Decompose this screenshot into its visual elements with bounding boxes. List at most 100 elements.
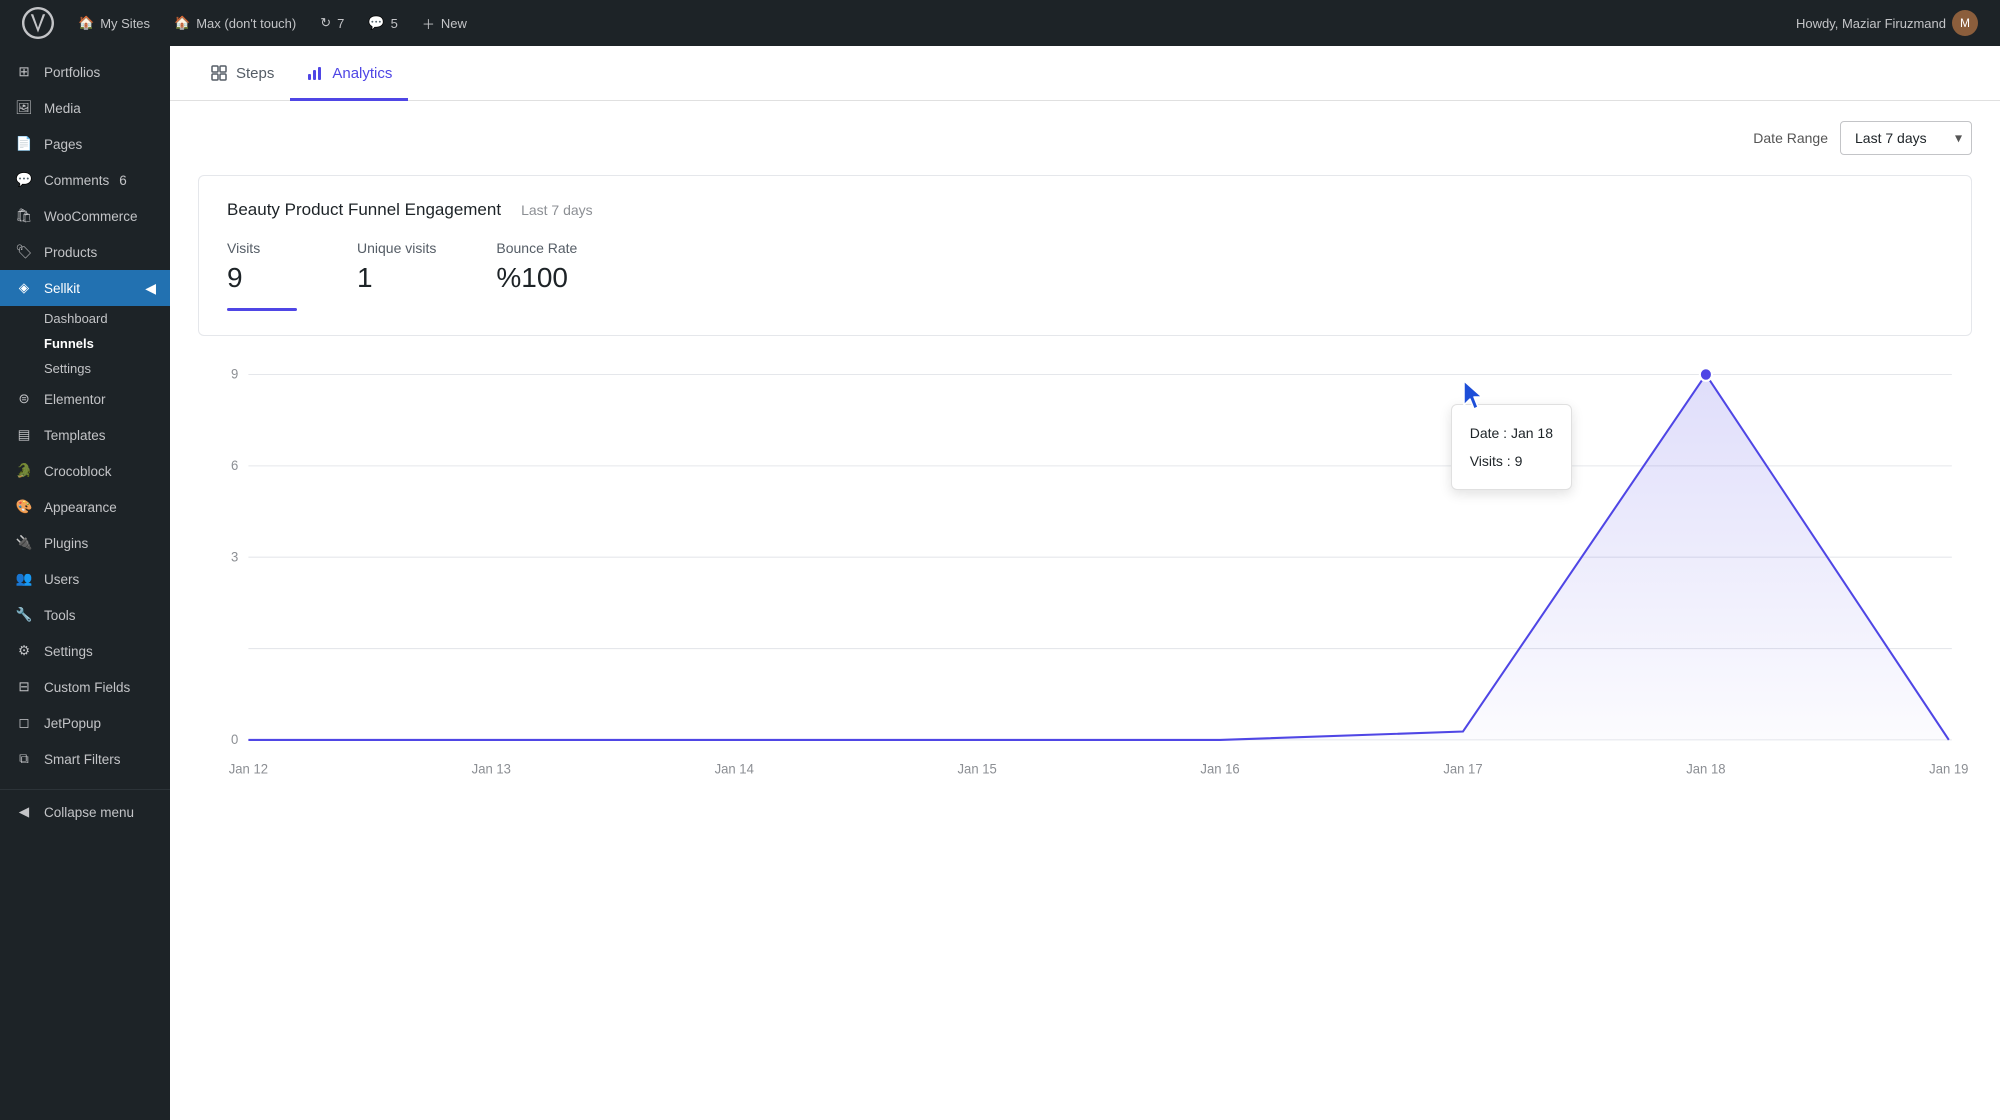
sidebar-item-templates[interactable]: ▤ Templates [0, 417, 170, 453]
sidebar-item-tools[interactable]: 🔧 Tools [0, 597, 170, 633]
site-name-item[interactable]: 🏠 Max (don't touch) [164, 0, 306, 46]
sidebar-item-customfields[interactable]: ⊟ Custom Fields [0, 669, 170, 705]
svg-text:3: 3 [231, 549, 238, 564]
gear-icon: ⚙ [14, 641, 34, 661]
chart-svg: 9 6 3 0 Jan 1 [198, 364, 1972, 784]
sidebar-label-settings: Settings [44, 644, 93, 659]
svg-text:Jan 18: Jan 18 [1686, 761, 1725, 776]
svg-text:Jan 16: Jan 16 [1200, 761, 1239, 776]
my-sites-label: My Sites [100, 16, 150, 31]
svg-text:0: 0 [231, 732, 238, 747]
sidebar-item-pages[interactable]: 📄 Pages [0, 126, 170, 162]
tab-analytics[interactable]: Analytics [290, 46, 408, 101]
admin-bar: 🏠 My Sites 🏠 Max (don't touch) ↻ 7 💬 5 ＋… [0, 0, 2000, 46]
submenu-settings[interactable]: Settings [44, 356, 170, 381]
sidebar-label-products: Products [44, 245, 97, 260]
stat-bounce-label: Bounce Rate [496, 240, 577, 256]
sidebar-item-products[interactable]: 🏷 Products [0, 234, 170, 270]
site-icon: 🏠 [174, 15, 190, 31]
popup-icon: ◻ [14, 713, 34, 733]
sidebar-item-comments[interactable]: 💬 Comments 6 [0, 162, 170, 198]
sidebar-label-woocommerce: WooCommerce [44, 209, 138, 224]
sidebar-item-portfolios[interactable]: ⊞ Portfolios [0, 54, 170, 90]
sidebar-item-smartfilters[interactable]: ⧉ Smart Filters [0, 741, 170, 777]
sidebar-label-users: Users [44, 572, 79, 587]
sidebar-label-collapse: Collapse menu [44, 805, 134, 820]
tab-analytics-label: Analytics [332, 65, 392, 82]
sidebar-label-customfields: Custom Fields [44, 680, 130, 695]
sidebar-label-pages: Pages [44, 137, 82, 152]
stats-card-title: Beauty Product Funnel Engagement [227, 200, 501, 220]
grid-icon: ⊞ [14, 62, 34, 82]
fields-icon: ⊟ [14, 677, 34, 697]
admin-bar-right: Howdy, Maziar Firuzmand M [1786, 0, 1988, 46]
date-range-select[interactable]: Last 7 days Last 30 days Last 90 days [1840, 121, 1972, 155]
svg-text:Jan 12: Jan 12 [229, 761, 268, 776]
stat-visits: Visits 9 [227, 240, 297, 311]
sidebar-label-plugins: Plugins [44, 536, 88, 551]
stats-card: Beauty Product Funnel Engagement Last 7 … [198, 175, 1972, 336]
sidebar-item-jetpopup[interactable]: ◻ JetPopup [0, 705, 170, 741]
tabs-bar: Steps Analytics [170, 46, 2000, 101]
bag-icon: 🛍 [14, 206, 34, 226]
sidebar-label-elementor: Elementor [44, 392, 106, 407]
sidebar-item-users[interactable]: 👥 Users [0, 561, 170, 597]
sidebar-item-elementor[interactable]: ⊜ Elementor [0, 381, 170, 417]
plugin-icon: 🔌 [14, 533, 34, 553]
collapse-icon: ◀ [14, 802, 34, 822]
sidebar-label-templates: Templates [44, 428, 106, 443]
plus-icon: ＋ [422, 14, 435, 33]
sellkit-submenu: Dashboard Funnels Settings [0, 306, 170, 381]
submenu-funnels[interactable]: Funnels [44, 331, 170, 356]
submenu-dashboard[interactable]: Dashboard [44, 306, 170, 331]
main-layout: ⊞ Portfolios 🖼 Media 📄 Pages 💬 Comments … [0, 46, 2000, 1120]
svg-text:Jan 13: Jan 13 [472, 761, 511, 776]
sidebar-item-settings[interactable]: ⚙ Settings [0, 633, 170, 669]
stat-unique-label: Unique visits [357, 240, 436, 256]
wp-logo-icon [22, 7, 54, 39]
sidebar-item-sellkit[interactable]: ◈ Sellkit ◀ [0, 270, 170, 306]
sidebar-label-media: Media [44, 101, 81, 116]
stat-visits-value: 9 [227, 262, 297, 294]
stat-underline [227, 308, 297, 311]
comments-item[interactable]: 💬 5 [358, 0, 407, 46]
sidebar-item-plugins[interactable]: 🔌 Plugins [0, 525, 170, 561]
file-icon: 📄 [14, 134, 34, 154]
wp-logo-item[interactable] [12, 0, 64, 46]
analytics-header: Date Range Last 7 days Last 30 days Last… [170, 101, 2000, 175]
new-item[interactable]: ＋ New [412, 0, 477, 46]
stat-bounce: Bounce Rate %100 [496, 240, 577, 294]
sellkit-arrow: ◀ [145, 280, 156, 297]
comments-icon: 💬 [368, 15, 384, 31]
sidebar-item-appearance[interactable]: 🎨 Appearance [0, 489, 170, 525]
stat-unique: Unique visits 1 [357, 240, 436, 294]
content-area: Steps Analytics Date Range Last 7 days [170, 46, 2000, 1120]
sidebar-label-sellkit: Sellkit [44, 281, 80, 296]
chart-container: 9 6 3 0 Jan 1 [198, 364, 1972, 784]
chart-datapoint-jan18 [1700, 368, 1712, 381]
elementor-icon: ⊜ [14, 389, 34, 409]
svg-text:9: 9 [231, 366, 238, 381]
image-icon: 🖼 [14, 98, 34, 118]
sidebar-item-woocommerce[interactable]: 🛍 WooCommerce [0, 198, 170, 234]
sidebar-item-media[interactable]: 🖼 Media [0, 90, 170, 126]
sidebar-item-crocoblock[interactable]: 🐊 Crocoblock [0, 453, 170, 489]
tab-steps[interactable]: Steps [194, 46, 290, 101]
sidebar-label-portfolios: Portfolios [44, 65, 100, 80]
my-sites-item[interactable]: 🏠 My Sites [68, 0, 160, 46]
comments-count: 5 [391, 16, 398, 31]
stats-card-period: Last 7 days [521, 202, 593, 218]
sidebar-item-collapse[interactable]: ◀ Collapse menu [0, 789, 170, 830]
updates-item[interactable]: ↻ 7 [310, 0, 354, 46]
home-icon: 🏠 [78, 15, 94, 31]
stat-bounce-value: %100 [496, 262, 577, 294]
tag-icon: 🏷 [14, 242, 34, 262]
sidebar-label-smartfilters: Smart Filters [44, 752, 121, 767]
sidebar-label-comments: Comments [44, 173, 109, 188]
stat-unique-value: 1 [357, 262, 436, 294]
date-range-wrapper: Last 7 days Last 30 days Last 90 days [1840, 121, 1972, 155]
howdy-item[interactable]: Howdy, Maziar Firuzmand M [1786, 0, 1988, 46]
template-icon: ▤ [14, 425, 34, 445]
croco-icon: 🐊 [14, 461, 34, 481]
new-label: New [441, 16, 467, 31]
